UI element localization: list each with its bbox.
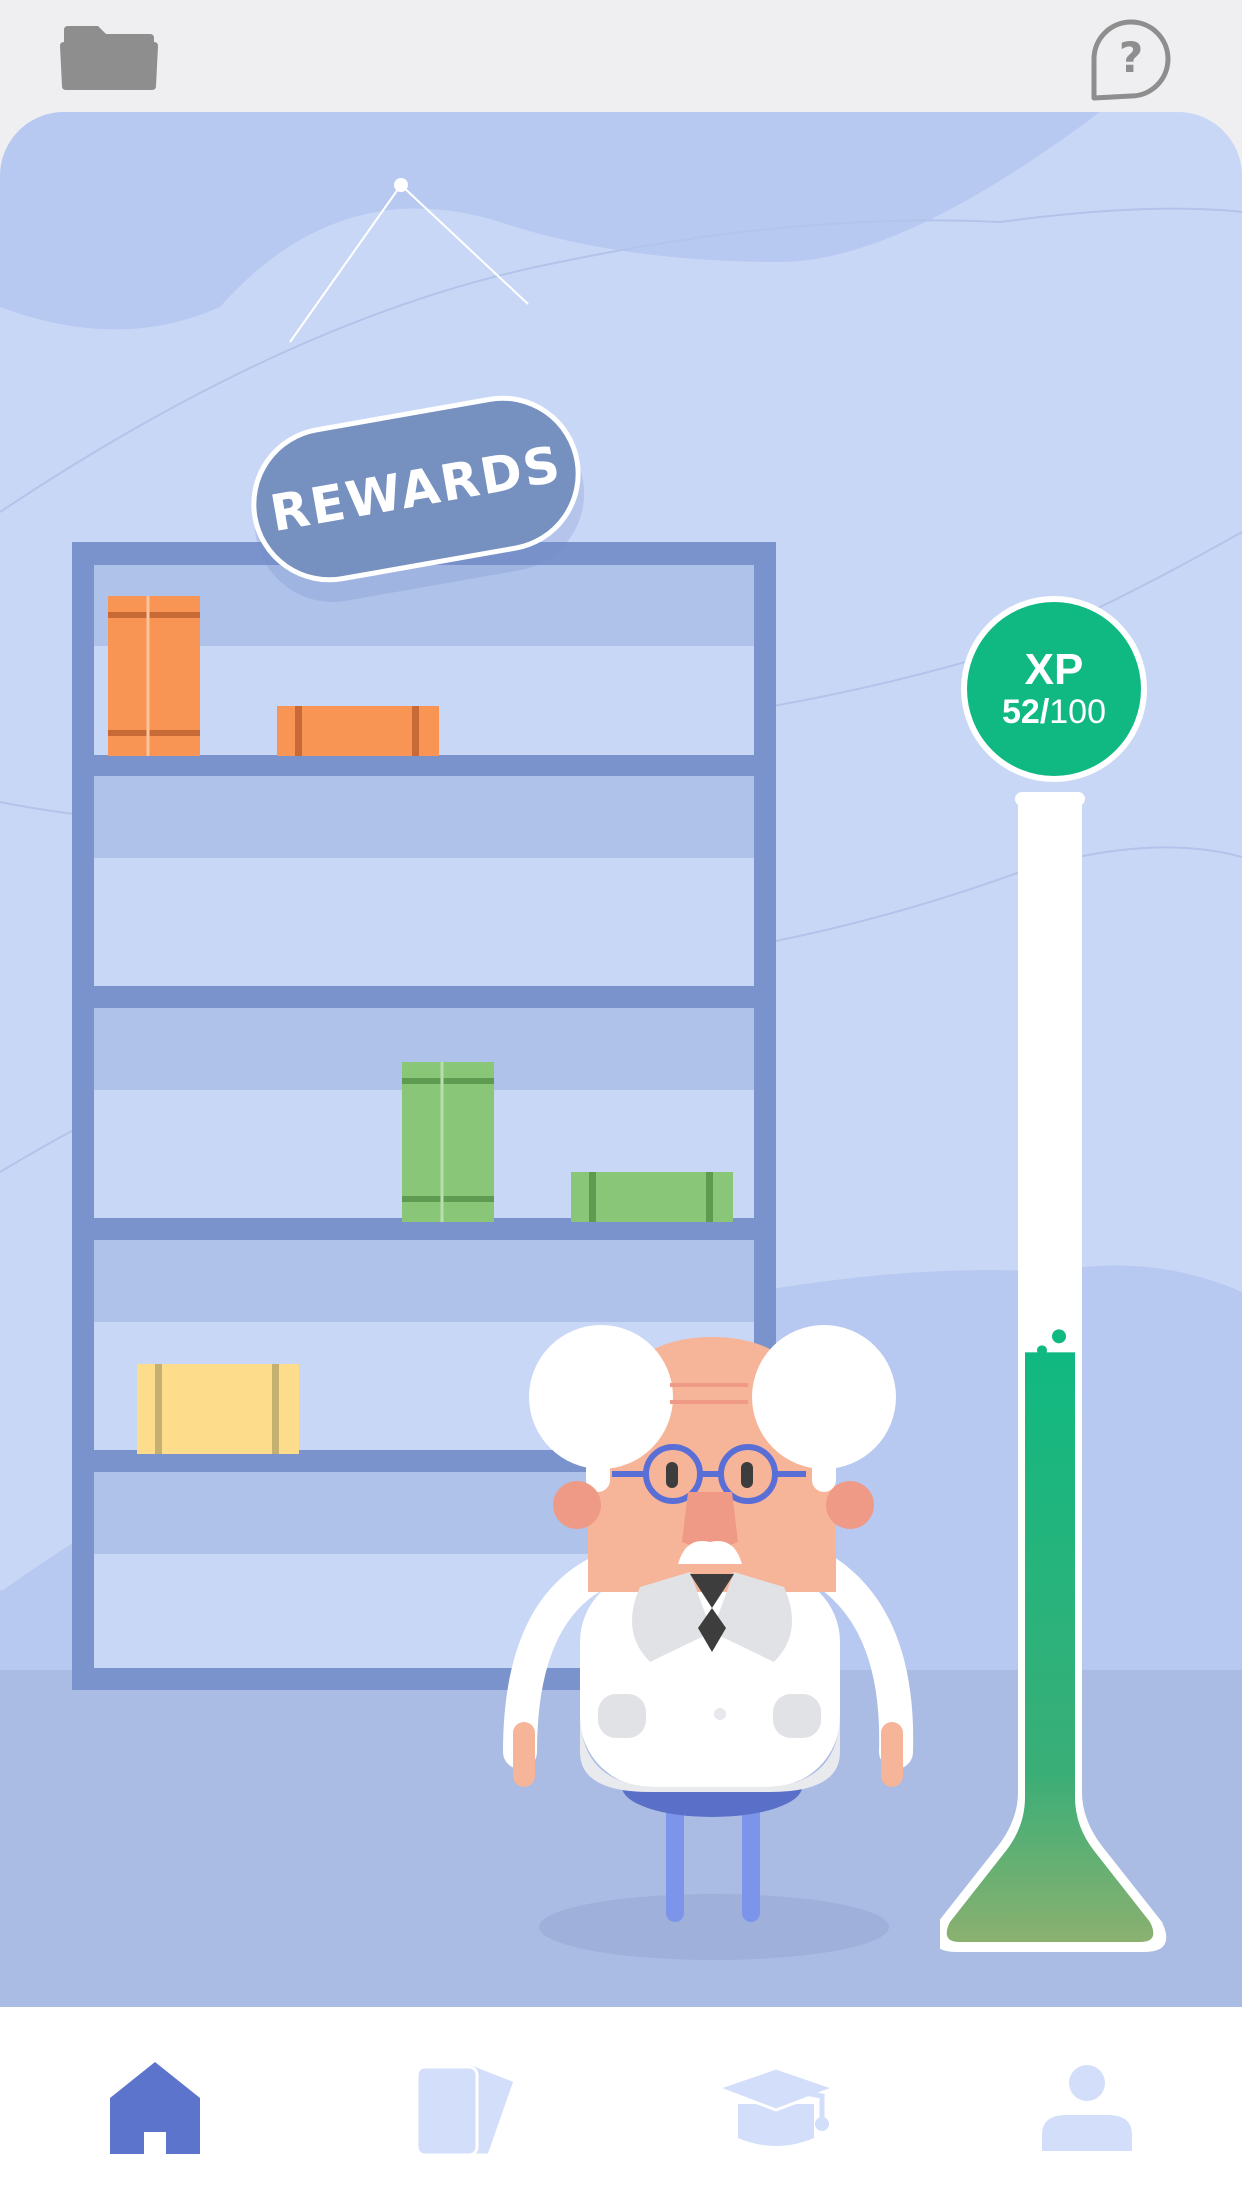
xp-label: XP (1024, 645, 1084, 694)
graduation-cap-icon (716, 2065, 837, 2146)
bottom-nav (0, 2007, 1242, 2208)
flask-bubble (1037, 1345, 1047, 1356)
xp-value: 52/100 (1002, 693, 1106, 731)
folder-icon[interactable] (58, 22, 162, 94)
nav-home[interactable] (75, 2048, 235, 2168)
nav-learn[interactable] (696, 2048, 856, 2168)
xp-current: 52/ (1002, 693, 1050, 731)
rewards-sign-text: REWARDS (266, 434, 566, 544)
book-orange-lying (277, 706, 439, 756)
svg-text:?: ? (1119, 33, 1143, 82)
rewards-scene: REWARDS XP 52/100 (0, 112, 1242, 2007)
book-green-lying (571, 1172, 733, 1222)
help-question-icon[interactable]: ? (1086, 14, 1176, 104)
book-green-standing (402, 1062, 494, 1222)
book-orange-standing (108, 596, 200, 756)
top-bar: ? (0, 0, 1242, 112)
home-icon (110, 2061, 201, 2154)
xp-flask (933, 792, 1180, 1952)
nav-cards[interactable] (386, 2048, 546, 2168)
rewards-sign: REWARDS (238, 383, 594, 595)
profile-icon (1041, 2064, 1132, 2151)
cards-icon (415, 2060, 517, 2156)
xp-max: 100 (1049, 693, 1106, 731)
rewards-sign-plate: REWARDS (238, 383, 594, 595)
book-yellow-lying (137, 1364, 299, 1454)
xp-progress-liquid (946, 1352, 1154, 1942)
nav-profile[interactable] (1007, 2048, 1167, 2168)
xp-badge: XP 52/100 (961, 596, 1147, 782)
flask-bubble (1052, 1329, 1066, 1344)
